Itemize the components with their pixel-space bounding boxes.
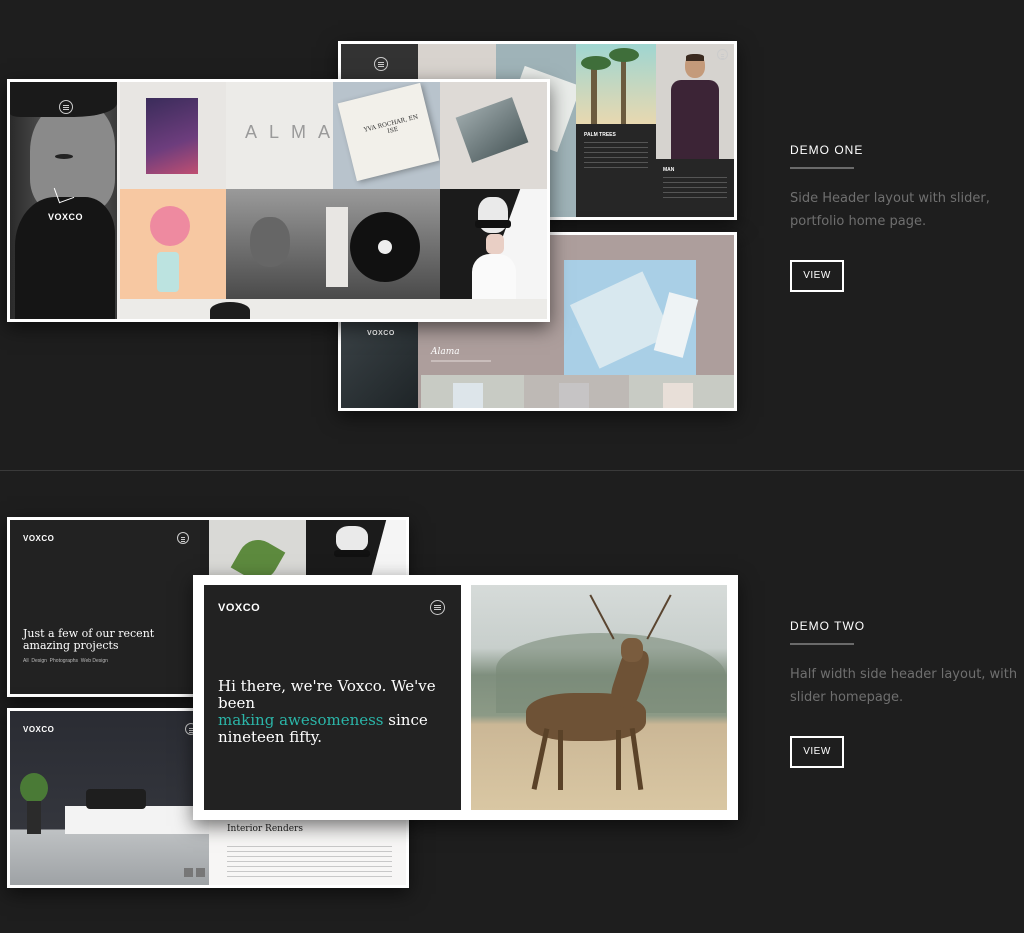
main-heading-line-3: nineteen fifty.	[218, 728, 323, 746]
more-icon	[717, 49, 728, 60]
menu-icon	[430, 600, 445, 615]
menu-icon	[59, 100, 73, 114]
man-text	[663, 177, 727, 201]
man-title: MAN	[663, 167, 675, 173]
bottom-logo: VOXCO	[23, 725, 55, 734]
demo-two-title: DEMO TWO	[790, 619, 866, 633]
main-heading-line-2: since	[383, 711, 428, 729]
demo-one-section: PALM TREES MAN VOXCO Alama VOXCO ALMA YV…	[0, 0, 1024, 470]
demo-one-rule	[790, 167, 854, 169]
main-heading: Hi there, we're Voxco. We've been making…	[218, 678, 448, 746]
demo-one-view-button[interactable]: VIEW	[790, 260, 844, 292]
demo-one-front-preview: VOXCO ALMA YVA ROCHAR, EN ISE	[7, 79, 550, 322]
demo-two-rule	[790, 643, 854, 645]
demo-two-front-preview: VOXCO Hi there, we're Voxco. We've been …	[193, 575, 738, 820]
main-heading-line-1: Hi there, we're Voxco. We've been	[218, 677, 436, 712]
next-arrow-icon	[196, 868, 205, 877]
demo-one-description: Side Header layout with slider, portfoli…	[790, 191, 990, 229]
menu-icon	[177, 532, 189, 544]
demo-two-section: VOXCO Just a few of our recent amazing p…	[0, 471, 1024, 933]
back-logo: VOXCO	[367, 330, 395, 337]
main-heading-highlight: making awesomeness	[218, 711, 384, 729]
demo-two-info: DEMO TWO Half width side header layout, …	[790, 619, 1020, 768]
alma-text: ALMA	[245, 122, 343, 142]
bottom-text	[227, 846, 392, 878]
main-logo: VOXCO	[218, 602, 261, 614]
prev-arrow-icon	[184, 868, 193, 877]
demo-one-info: DEMO ONE Side Header layout with slider,…	[790, 143, 1020, 292]
top-logo: VOXCO	[23, 534, 55, 543]
top-heading: Just a few of our recent amazing project…	[23, 627, 155, 652]
alama-title: Alama	[431, 347, 460, 357]
palm-trees-text	[584, 142, 648, 172]
front-logo: VOXCO	[48, 212, 84, 222]
demo-two-view-button[interactable]: VIEW	[790, 736, 844, 768]
menu-icon	[374, 57, 388, 71]
top-filters: All Design Photographs Web Design	[23, 658, 108, 664]
bottom-title: Interior Renders	[227, 824, 303, 834]
demo-two-description: Half width side header layout, with slid…	[790, 667, 1018, 705]
palm-trees-title: PALM TREES	[584, 132, 616, 138]
demo-one-title: DEMO ONE	[790, 143, 864, 157]
